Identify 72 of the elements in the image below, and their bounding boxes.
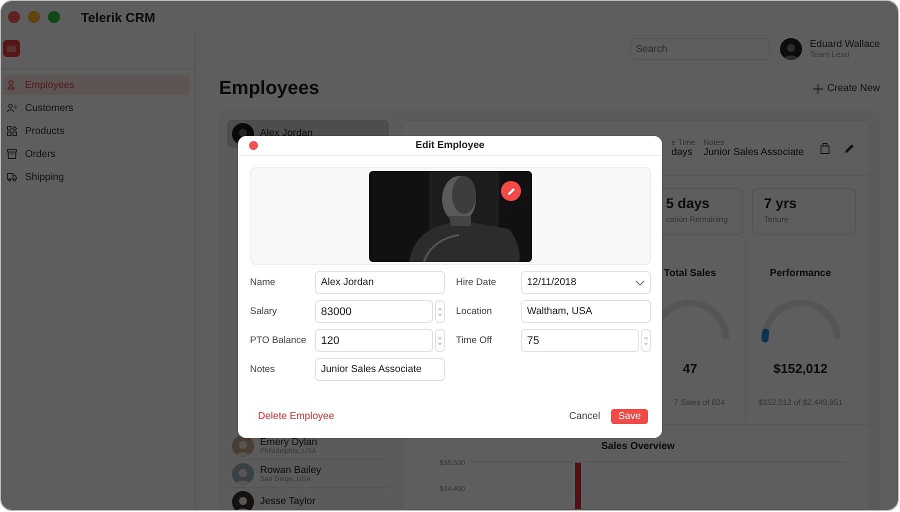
sidebar-item-label: Products bbox=[25, 126, 64, 136]
close-button[interactable] bbox=[249, 141, 258, 150]
input-field[interactable]: Alex Jordan bbox=[315, 271, 445, 294]
edit-button[interactable] bbox=[844, 142, 855, 154]
maximize-icon[interactable] bbox=[48, 11, 60, 23]
sidebar-item-label: Orders bbox=[25, 148, 56, 160]
employee-name: Jesse Taylor bbox=[260, 496, 316, 507]
products-icon bbox=[7, 126, 17, 136]
field-label: PTO Balance bbox=[250, 335, 308, 346]
archive-icon bbox=[7, 149, 17, 159]
window-title: Telerik CRM bbox=[81, 10, 156, 24]
number-field[interactable]: 75 bbox=[521, 329, 639, 352]
user-avatar bbox=[780, 38, 802, 60]
caret-icon bbox=[635, 280, 645, 286]
gauge-title: Total Sales bbox=[664, 268, 716, 279]
employee-name: Rowan Bailey bbox=[260, 464, 322, 476]
stat-value: 5 days bbox=[666, 195, 711, 211]
field-label: Time Off bbox=[456, 335, 493, 346]
date-picker[interactable]: 12/11/2018 bbox=[521, 271, 651, 294]
employee-avatar bbox=[232, 490, 254, 510]
sidebar-item-label: Employees bbox=[25, 80, 74, 90]
sidebar-item-label: Customers bbox=[25, 102, 74, 114]
stepper-button[interactable] bbox=[435, 300, 445, 323]
create-new-button[interactable]: Create New bbox=[813, 83, 880, 94]
menu-button[interactable] bbox=[3, 40, 20, 57]
stat-value: 7 yrs bbox=[764, 195, 798, 211]
field-label: Hire Date bbox=[456, 277, 498, 288]
stepper-button[interactable] bbox=[641, 329, 651, 352]
sidebar-item[interactable]: Customers bbox=[3, 98, 190, 118]
archive-icon bbox=[820, 142, 830, 154]
chart-title: Sales Overview bbox=[600, 441, 676, 452]
delete-employee-button[interactable]: Delete Employee bbox=[258, 411, 334, 422]
employees-icon bbox=[7, 80, 17, 90]
employee-name: Alex Jordan bbox=[260, 128, 313, 139]
employee-avatar bbox=[232, 462, 254, 484]
number-field[interactable]: 120 bbox=[315, 329, 433, 352]
sidebar-item[interactable]: Employees bbox=[3, 75, 190, 95]
sidebar-item[interactable]: Shipping bbox=[3, 167, 190, 187]
detail-value: Junior Sales Associate bbox=[703, 147, 804, 158]
customers-icon bbox=[7, 103, 17, 113]
field-label: Salary bbox=[250, 306, 278, 317]
archive-button[interactable] bbox=[820, 142, 830, 154]
save-button[interactable]: Save bbox=[611, 409, 648, 424]
sidebar-item-label: Shipping bbox=[25, 172, 64, 182]
employee-row[interactable]: Jesse Taylor bbox=[227, 488, 389, 510]
detail-value: days bbox=[671, 147, 694, 158]
pencil-icon bbox=[844, 142, 855, 154]
truck-icon bbox=[7, 172, 17, 182]
sidebar-item[interactable]: Products bbox=[3, 121, 190, 141]
gauge-title: Performance bbox=[770, 268, 832, 279]
field-label: Location bbox=[456, 306, 493, 317]
close-icon[interactable] bbox=[8, 11, 20, 23]
pencil-icon bbox=[506, 186, 516, 196]
dialog-title: Edit Employee bbox=[416, 140, 484, 151]
cancel-button[interactable]: Cancel bbox=[569, 411, 600, 422]
number-field[interactable]: 83000 bbox=[315, 300, 433, 323]
field-label: Name bbox=[250, 277, 276, 288]
page-title: Employees bbox=[219, 78, 320, 100]
field-label: Notes bbox=[250, 364, 276, 375]
input-field[interactable]: Junior Sales Associate bbox=[315, 358, 445, 381]
sidebar-item[interactable]: Orders bbox=[3, 144, 190, 164]
user-name: Eduard Wallace bbox=[810, 39, 880, 50]
minimize-icon[interactable] bbox=[28, 11, 40, 23]
chart-bar bbox=[575, 462, 581, 509]
gauge-value: $152,012 bbox=[773, 361, 828, 376]
plus-icon bbox=[813, 84, 824, 94]
menu-icon bbox=[7, 46, 16, 52]
employee-avatar bbox=[232, 434, 254, 456]
gauge-value: 47 bbox=[682, 361, 698, 376]
input-field[interactable]: Waltham, USA bbox=[521, 300, 651, 323]
stepper-button[interactable] bbox=[435, 329, 445, 352]
employee-name: Emery Dylan bbox=[260, 436, 318, 448]
